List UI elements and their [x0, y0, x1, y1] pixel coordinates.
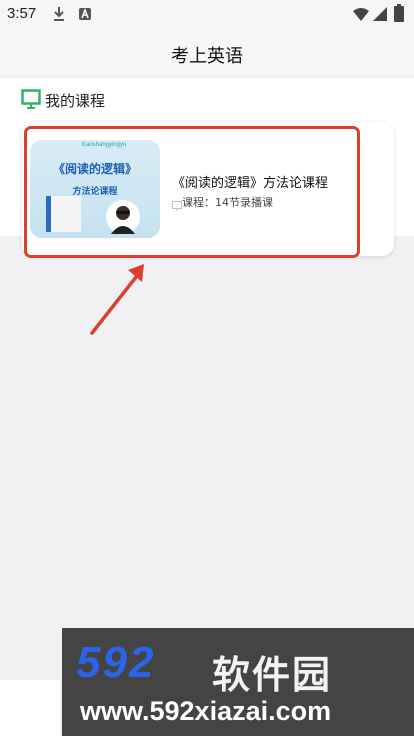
bottom-strip — [0, 680, 60, 736]
watermark-logo: 592 — [76, 638, 156, 687]
download-icon — [52, 6, 66, 26]
presentation-board-icon — [21, 89, 41, 113]
app-notification-icon — [78, 6, 92, 25]
page-title: 考上英语 — [171, 46, 243, 67]
annotation-arrow-icon — [90, 264, 144, 335]
highlight-box — [24, 126, 360, 258]
signal-icon — [372, 6, 388, 26]
watermark-brand: 软件园 — [212, 653, 333, 697]
status-bar: 3:57 — [0, 0, 414, 28]
battery-icon — [394, 4, 404, 26]
wifi-icon — [352, 6, 370, 26]
status-time: 3:57 — [7, 5, 37, 22]
watermark-url: www.592xiazai.com — [80, 696, 332, 726]
site-watermark: 592 软件园 www.592xiazai.com — [62, 628, 414, 736]
section-title: 我的课程 — [45, 92, 106, 110]
app-header: 考上英语 — [0, 28, 414, 76]
